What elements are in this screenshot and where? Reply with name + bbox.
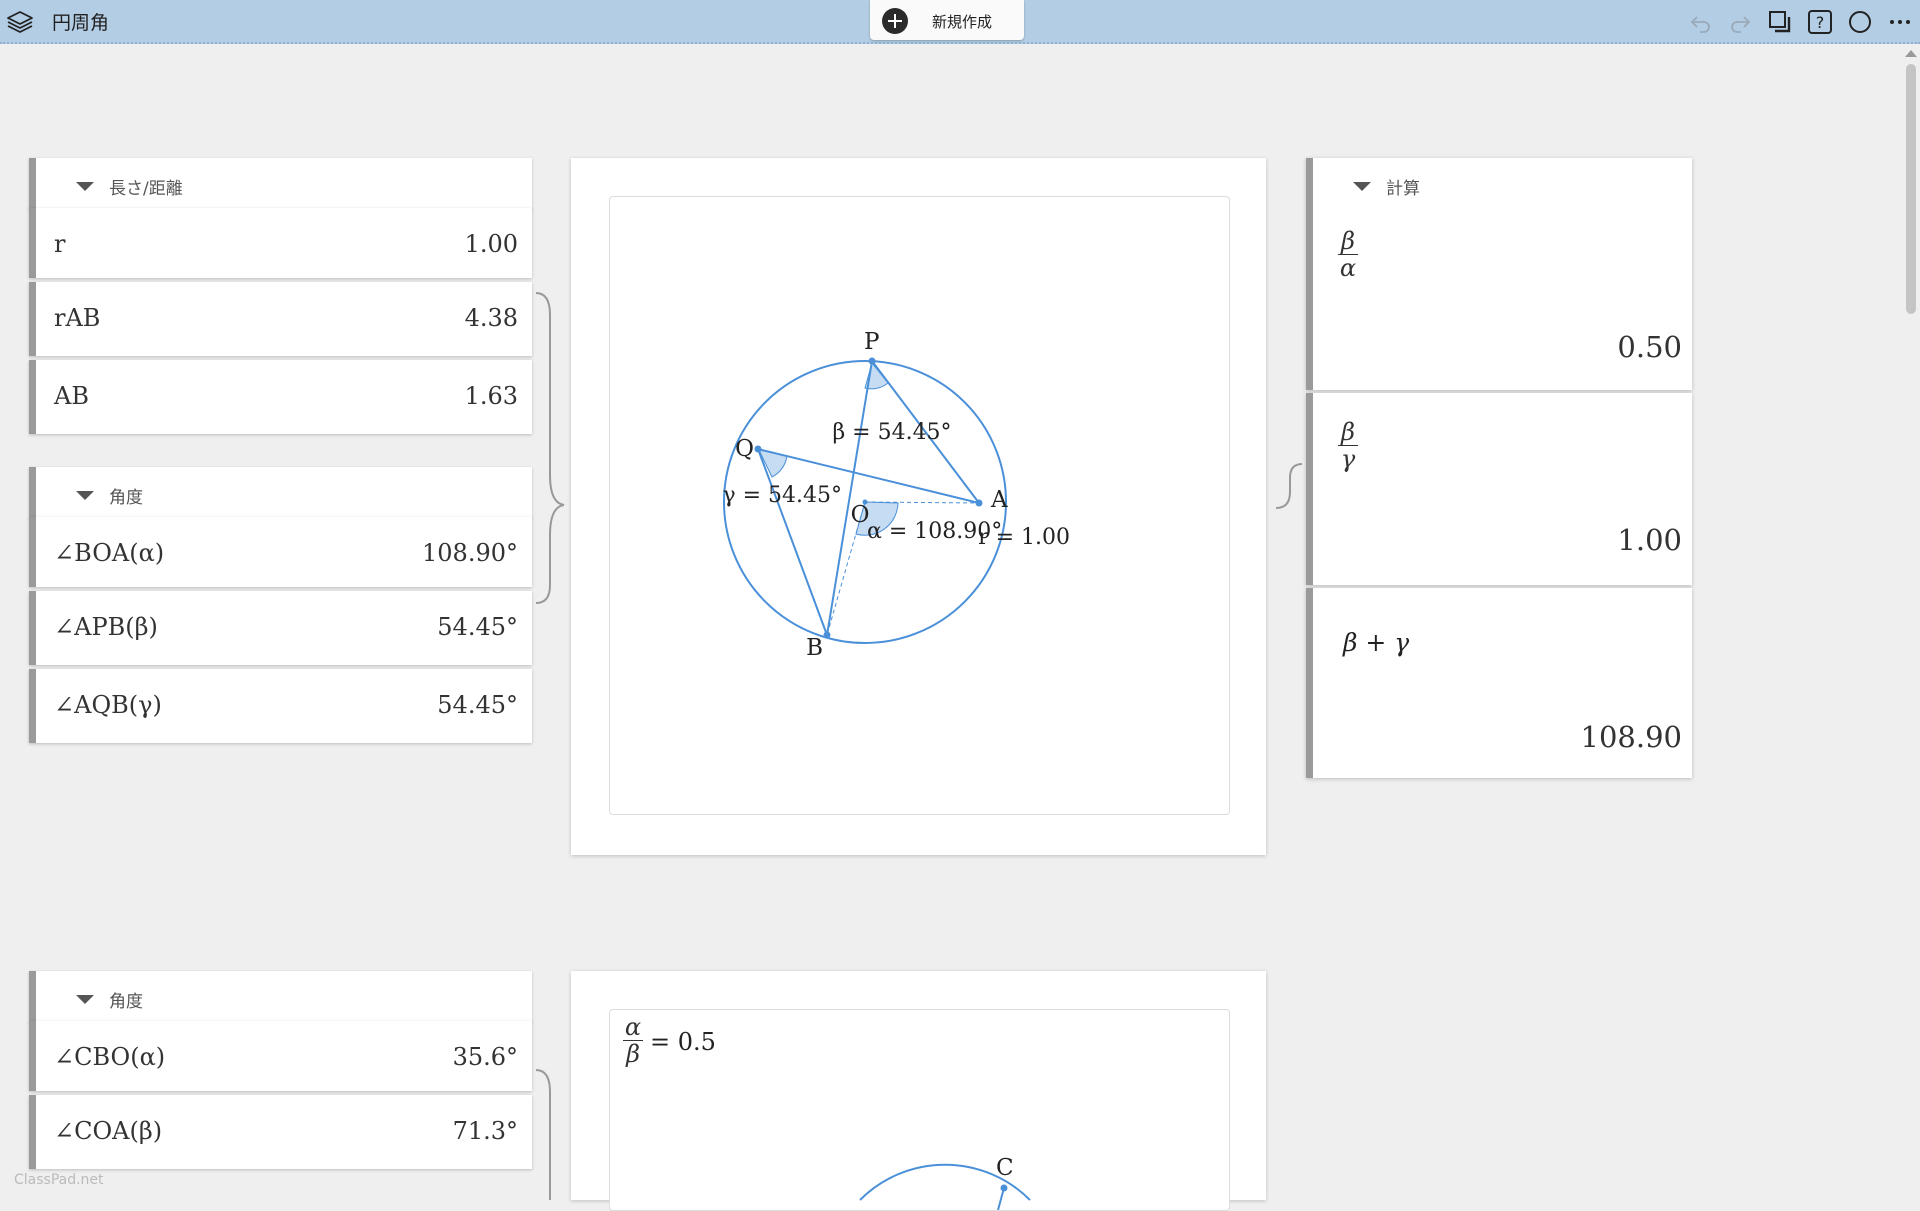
angle-group-header[interactable]: 角度 — [29, 971, 532, 1023]
new-button[interactable]: 新規作成 — [870, 0, 1024, 40]
label-a: A — [990, 487, 1008, 513]
copy-icon[interactable] — [1767, 9, 1793, 35]
label-gamma: γ = 54.45° — [722, 483, 842, 508]
measure-value: 35.6° — [452, 1043, 518, 1071]
calc-result: 0.50 — [1617, 330, 1682, 364]
redo-icon[interactable] — [1727, 9, 1753, 35]
calc-item[interactable]: β γ 1.00 — [1306, 393, 1692, 585]
point-q[interactable] — [754, 445, 762, 453]
label-p: P — [864, 329, 879, 355]
calc-panel: 計算 β α 0.50 — [1306, 158, 1692, 390]
calc-result: 108.90 — [1580, 720, 1682, 754]
measure-name: r — [54, 230, 66, 258]
group-label: 角度 — [109, 992, 143, 1012]
list-item[interactable]: AB 1.63 — [29, 360, 532, 434]
collapse-triangle-icon[interactable] — [1353, 182, 1371, 191]
measure-name: ∠COA(β) — [54, 1117, 163, 1145]
list-item[interactable]: ∠CBO(α) 35.6° — [29, 1021, 532, 1091]
plus-circle-icon — [882, 8, 908, 34]
layers-icon[interactable] — [6, 9, 34, 35]
scroll-up-arrow-icon[interactable] — [1905, 50, 1917, 57]
calc-edge — [1306, 158, 1313, 390]
undo-icon[interactable] — [1688, 9, 1714, 35]
calc-group-header[interactable]: 計算 — [1306, 158, 1692, 210]
measure-name: rAB — [54, 304, 101, 332]
measure-value: 54.45° — [437, 613, 518, 641]
label-c: C — [996, 1155, 1014, 1181]
top-bar: 円周角 新規作成 ? — [0, 0, 1920, 44]
measure-value: 54.45° — [437, 691, 518, 719]
list-item[interactable]: ∠COA(β) 71.3° — [29, 1095, 532, 1169]
circle-icon[interactable] — [1847, 9, 1873, 35]
collapse-triangle-icon[interactable] — [76, 182, 94, 191]
scrollbar-thumb[interactable] — [1906, 64, 1916, 314]
label-beta: β = 54.45° — [832, 420, 951, 445]
measure-name: AB — [54, 382, 89, 410]
measure-value: 71.3° — [452, 1117, 518, 1145]
group-label: 長さ/距離 — [109, 179, 183, 199]
length-group-header[interactable]: 長さ/距離 — [29, 158, 532, 210]
list-item[interactable]: ∠BOA(α) 108.90° — [29, 517, 532, 587]
measure-name: ∠CBO(α) — [54, 1043, 166, 1071]
list-item[interactable]: rAB 4.38 — [29, 282, 532, 356]
point-p[interactable] — [868, 357, 876, 365]
measure-value: 108.90° — [422, 539, 518, 567]
new-button-label: 新規作成 — [932, 13, 993, 31]
calc-result: 1.00 — [1617, 523, 1682, 557]
link-bracket-left — [535, 292, 565, 604]
measure-name: ∠BOA(α) — [54, 539, 165, 567]
list-item[interactable]: ∠AQB(γ) 54.45° — [29, 669, 532, 743]
measure-name: ∠AQB(γ) — [54, 691, 162, 719]
geometry-card-2[interactable]: α β = 0.5 C — [571, 971, 1266, 1211]
more-icon[interactable] — [1887, 9, 1913, 35]
group-label: 計算 — [1386, 179, 1420, 199]
list-item[interactable]: r 1.00 — [29, 208, 532, 278]
fraction-denominator: α — [1339, 254, 1357, 282]
point-a[interactable] — [975, 499, 983, 507]
svg-text:?: ? — [1816, 13, 1825, 32]
point-b[interactable] — [823, 631, 831, 639]
circle-diagram[interactable]: P Q A B O β = 54.45° γ = 54.45° α = 108.… — [610, 197, 1229, 814]
measure-value: 1.00 — [464, 230, 518, 258]
fraction-numerator: β — [1341, 227, 1355, 255]
vertical-scrollbar[interactable] — [1900, 46, 1920, 1200]
calc-item[interactable]: β + γ 108.90 — [1306, 588, 1692, 778]
group-label: 角度 — [109, 488, 143, 508]
link-bracket-bottom — [535, 1069, 551, 1200]
label-b: B — [806, 635, 823, 661]
circle-diagram-2[interactable]: C — [610, 1010, 1229, 1210]
help-icon[interactable]: ? — [1807, 9, 1833, 35]
angle-panel: 角度 ∠BOA(α) 108.90° ∠APB(β) 54.45° ∠AQB(γ… — [29, 467, 532, 747]
measure-value: 1.63 — [464, 382, 518, 410]
collapse-triangle-icon[interactable] — [76, 491, 94, 500]
length-panel: 長さ/距離 r 1.00 rAB 4.38 AB 1.63 — [29, 158, 532, 438]
angle-panel-2: 角度 ∠CBO(α) 35.6° ∠COA(β) 71.3° — [29, 971, 532, 1173]
list-item[interactable]: ∠APB(β) 54.45° — [29, 591, 532, 665]
watermark: ClassPad.net — [14, 1172, 104, 1188]
geometry-canvas-2[interactable]: α β = 0.5 C — [609, 1009, 1230, 1211]
label-q: Q — [735, 436, 754, 462]
fraction-denominator: γ — [1340, 445, 1356, 473]
beta-over-gamma-fraction: β γ — [1337, 419, 1359, 472]
document-title[interactable]: 円周角 — [52, 8, 109, 35]
measure-name: ∠APB(β) — [54, 613, 158, 641]
collapse-triangle-icon[interactable] — [76, 995, 94, 1004]
geometry-card[interactable]: P Q A B O β = 54.45° γ = 54.45° α = 108.… — [571, 158, 1266, 855]
link-bracket-right — [1275, 463, 1303, 509]
segment-c[interactable] — [997, 1187, 1005, 1210]
calc-expression: β + γ — [1343, 628, 1410, 657]
label-radius: r = 1.00 — [978, 525, 1070, 550]
measure-value: 4.38 — [464, 304, 518, 332]
geometry-canvas[interactable]: P Q A B O β = 54.45° γ = 54.45° α = 108.… — [609, 196, 1230, 815]
segment-qb[interactable] — [757, 448, 828, 636]
fraction-numerator: β — [1341, 418, 1355, 446]
beta-over-alpha-fraction: β α — [1337, 228, 1359, 281]
angle-group-header[interactable]: 角度 — [29, 467, 532, 519]
